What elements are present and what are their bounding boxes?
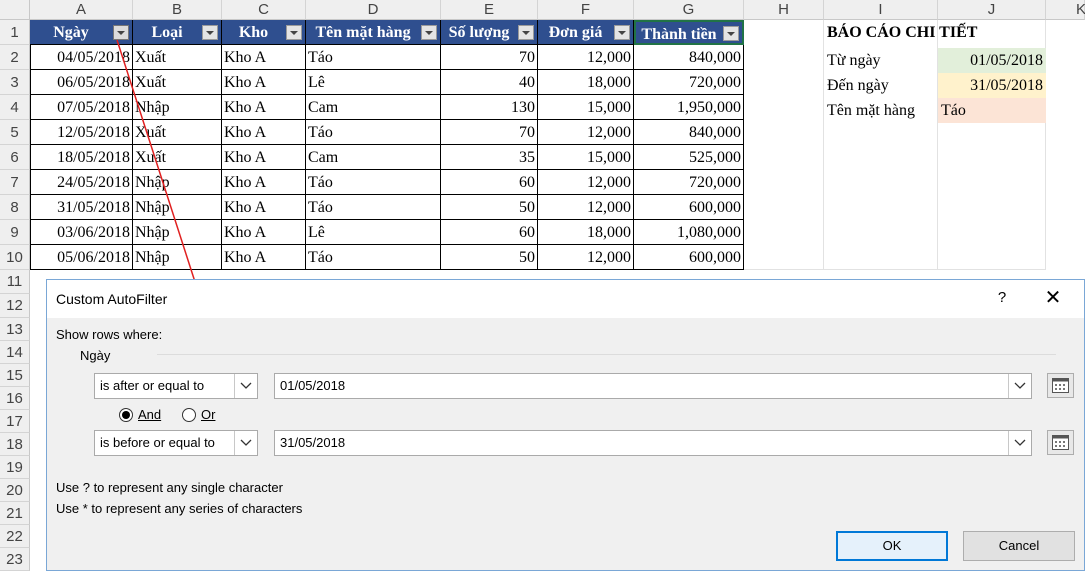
operator2-value: is before or equal to [100, 435, 215, 450]
help-button[interactable]: ? [991, 286, 1013, 310]
hint-series-chars: Use * to represent any series of charact… [56, 501, 303, 516]
or-radio[interactable]: Or [182, 407, 215, 422]
cancel-button[interactable]: Cancel [963, 531, 1075, 561]
radio-selected-icon [119, 407, 133, 422]
ok-button[interactable]: OK [836, 531, 948, 561]
chevron-down-icon[interactable] [1008, 374, 1031, 398]
custom-autofilter-dialog: Custom AutoFilter ? ✕ Show rows where: N… [46, 279, 1085, 571]
hint-single-char: Use ? to represent any single character [56, 480, 283, 495]
operator2-select[interactable]: is before or equal to [94, 430, 258, 456]
close-icon[interactable]: ✕ [1039, 286, 1067, 310]
operator1-select[interactable]: is after or equal to [94, 373, 258, 399]
chevron-down-icon[interactable] [234, 374, 257, 398]
dialog-body: Show rows where: Ngày is after or equal … [47, 318, 1084, 570]
radio-unselected-icon [182, 407, 196, 422]
value1-text: 01/05/2018 [280, 378, 346, 393]
and-radio[interactable]: And [119, 407, 161, 422]
show-rows-label: Show rows where: [56, 327, 163, 342]
calendar-icon[interactable] [1047, 373, 1074, 398]
calendar-icon[interactable] [1047, 430, 1074, 455]
and-label: And [138, 407, 162, 422]
operator1-value: is after or equal to [100, 378, 205, 393]
dialog-title: Custom AutoFilter [56, 291, 168, 307]
or-label: Or [201, 407, 216, 422]
field-name-label: Ngày [80, 348, 111, 363]
chevron-down-icon[interactable] [234, 431, 257, 455]
dialog-title-bar[interactable]: Custom AutoFilter ? ✕ [47, 280, 1084, 318]
value2-combo[interactable]: 31/05/2018 [274, 430, 1032, 456]
field-separator [157, 354, 1056, 355]
value1-combo[interactable]: 01/05/2018 [274, 373, 1032, 399]
value2-text: 31/05/2018 [280, 435, 346, 450]
chevron-down-icon[interactable] [1008, 431, 1031, 455]
